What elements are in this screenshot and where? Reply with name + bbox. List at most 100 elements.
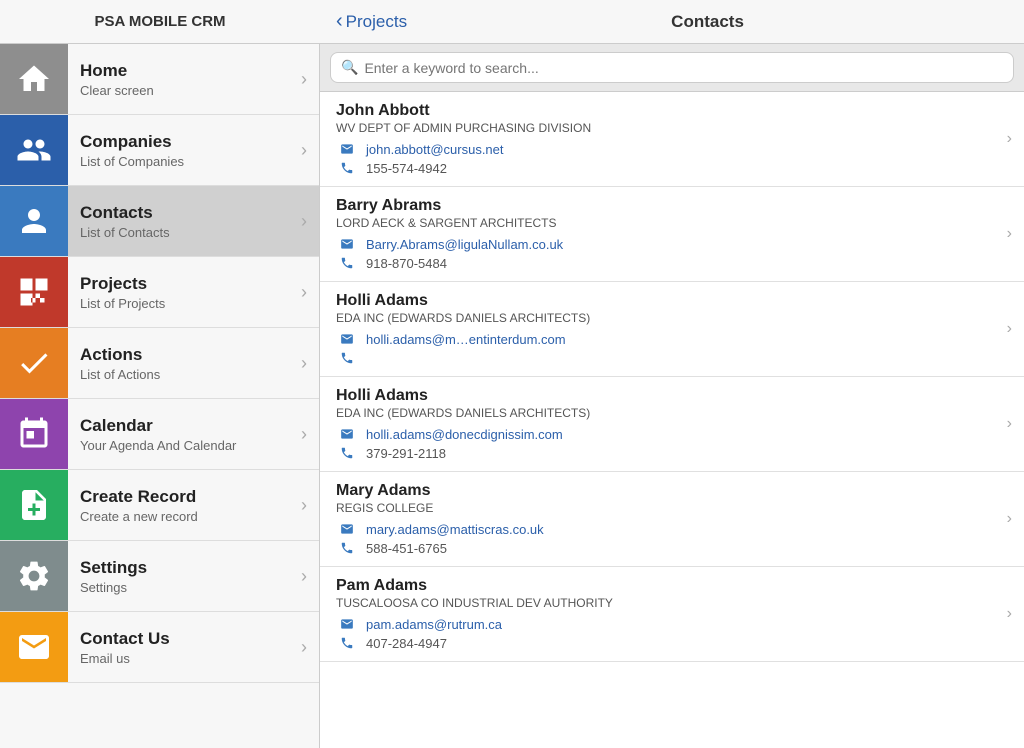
sidebar-item-projects[interactable]: Projects List of Projects ›: [0, 257, 319, 328]
sidebar-create-label: Create Record: [80, 487, 289, 507]
contact-list: John Abbott WV DEPT OF ADMIN PURCHASING …: [320, 92, 1024, 748]
contact-item[interactable]: Holli Adams EDA INC (EDWARDS DANIELS ARC…: [320, 282, 1024, 377]
sidebar-item-contacts[interactable]: Contacts List of Contacts ›: [0, 186, 319, 257]
projects-icon: [0, 257, 68, 327]
sidebar-item-home[interactable]: Home Clear screen ›: [0, 44, 319, 115]
contact-phone: 407-284-4947: [366, 636, 447, 651]
sidebar-item-contact-us[interactable]: Contact Us Email us ›: [0, 612, 319, 683]
contact-item[interactable]: Holli Adams EDA INC (EDWARDS DANIELS ARC…: [320, 377, 1024, 472]
actions-icon: [0, 328, 68, 398]
phone-icon: [336, 350, 358, 366]
contact-company: WV DEPT OF ADMIN PURCHASING DIVISION: [336, 121, 1008, 135]
contact-name: Barry Abrams: [336, 197, 1008, 215]
phone-icon: [336, 540, 358, 556]
chevron-right-icon: ›: [1007, 130, 1012, 148]
sidebar-calendar-label: Calendar: [80, 416, 289, 436]
contact-company: REGIS COLLEGE: [336, 501, 1008, 515]
contact-name: Pam Adams: [336, 577, 1008, 595]
sidebar-create-sublabel: Create a new record: [80, 509, 289, 524]
chevron-right-icon: ›: [301, 140, 307, 161]
sidebar: Home Clear screen › Companies List of Co…: [0, 44, 320, 748]
sidebar-home-sublabel: Clear screen: [80, 83, 289, 98]
calendar-icon: [0, 399, 68, 469]
sidebar-settings-sublabel: Settings: [80, 580, 289, 595]
contact-phone: 379-291-2118: [366, 446, 446, 461]
sidebar-contact-us-label: Contact Us: [80, 629, 289, 649]
contact-company: LORD AECK & SARGENT ARCHITECTS: [336, 216, 1008, 230]
contact-email[interactable]: john.abbott@cursus.net: [366, 142, 504, 157]
email-icon: [336, 236, 358, 252]
sidebar-actions-sublabel: List of Actions: [80, 367, 289, 382]
chevron-right-icon: ›: [301, 566, 307, 587]
back-button[interactable]: ‹ Projects: [336, 10, 407, 33]
contact-company: EDA INC (EDWARDS DANIELS ARCHITECTS): [336, 406, 1008, 420]
chevron-right-icon: ›: [301, 495, 307, 516]
contact-email[interactable]: mary.adams@mattiscras.co.uk: [366, 522, 544, 537]
contact-name: John Abbott: [336, 102, 1008, 120]
contact-email[interactable]: holli.adams@donecdignissim.com: [366, 427, 563, 442]
phone-icon: [336, 445, 358, 461]
sidebar-companies-sublabel: List of Companies: [80, 154, 289, 169]
email-icon: [336, 521, 358, 537]
contact-phone: 588-451-6765: [366, 541, 447, 556]
sidebar-item-actions[interactable]: Actions List of Actions ›: [0, 328, 319, 399]
contact-item[interactable]: Mary Adams REGIS COLLEGE mary.adams@matt…: [320, 472, 1024, 567]
sidebar-item-settings[interactable]: Settings Settings ›: [0, 541, 319, 612]
phone-icon: [336, 160, 358, 176]
email-icon: [336, 331, 358, 347]
chevron-right-icon: ›: [1007, 415, 1012, 433]
sidebar-projects-sublabel: List of Projects: [80, 296, 289, 311]
contacts-icon: [0, 186, 68, 256]
sidebar-settings-label: Settings: [80, 558, 289, 578]
home-icon: [0, 44, 68, 114]
contact-company: EDA INC (EDWARDS DANIELS ARCHITECTS): [336, 311, 1008, 325]
chevron-right-icon: ›: [1007, 605, 1012, 623]
contact-name: Mary Adams: [336, 482, 1008, 500]
search-icon: 🔍: [341, 59, 358, 76]
contact-email[interactable]: Barry.Abrams@ligulaNullam.co.uk: [366, 237, 563, 252]
sidebar-projects-label: Projects: [80, 274, 289, 294]
email-icon: [336, 616, 358, 632]
contact-company: TUSCALOOSA CO INDUSTRIAL DEV AUTHORITY: [336, 596, 1008, 610]
chevron-right-icon: ›: [1007, 225, 1012, 243]
chevron-right-icon: ›: [301, 69, 307, 90]
contact-name: Holli Adams: [336, 292, 1008, 310]
chevron-right-icon: ›: [301, 637, 307, 658]
contact-phone: 918-870-5484: [366, 256, 447, 271]
sidebar-companies-label: Companies: [80, 132, 289, 152]
contact-email[interactable]: holli.adams@m…entinterdum.com: [366, 332, 566, 347]
contact-item[interactable]: John Abbott WV DEPT OF ADMIN PURCHASING …: [320, 92, 1024, 187]
search-input[interactable]: [364, 60, 1003, 76]
companies-icon: [0, 115, 68, 185]
sidebar-item-calendar[interactable]: Calendar Your Agenda And Calendar ›: [0, 399, 319, 470]
sidebar-home-label: Home: [80, 61, 289, 81]
email-icon: [336, 426, 358, 442]
sidebar-calendar-sublabel: Your Agenda And Calendar: [80, 438, 289, 453]
contact-phone: 155-574-4942: [366, 161, 447, 176]
sidebar-contacts-label: Contacts: [80, 203, 289, 223]
sidebar-contact-us-sublabel: Email us: [80, 651, 289, 666]
contact-item[interactable]: Pam Adams TUSCALOOSA CO INDUSTRIAL DEV A…: [320, 567, 1024, 662]
sidebar-actions-label: Actions: [80, 345, 289, 365]
phone-icon: [336, 635, 358, 651]
search-bar: 🔍: [320, 44, 1024, 92]
contact-item[interactable]: Barry Abrams LORD AECK & SARGENT ARCHITE…: [320, 187, 1024, 282]
app-title: PSA MOBILE CRM: [0, 13, 320, 30]
chevron-right-icon: ›: [301, 211, 307, 232]
sidebar-item-companies[interactable]: Companies List of Companies ›: [0, 115, 319, 186]
contact-us-icon: [0, 612, 68, 682]
back-label: Projects: [346, 12, 407, 32]
contact-name: Holli Adams: [336, 387, 1008, 405]
sidebar-item-create-record[interactable]: Create Record Create a new record ›: [0, 470, 319, 541]
sidebar-contacts-sublabel: List of Contacts: [80, 225, 289, 240]
back-chevron-icon: ‹: [336, 10, 343, 33]
contact-email[interactable]: pam.adams@rutrum.ca: [366, 617, 502, 632]
phone-icon: [336, 255, 358, 271]
chevron-right-icon: ›: [1007, 510, 1012, 528]
chevron-right-icon: ›: [1007, 320, 1012, 338]
chevron-right-icon: ›: [301, 282, 307, 303]
email-icon: [336, 141, 358, 157]
settings-icon: [0, 541, 68, 611]
page-title: Contacts: [407, 12, 1008, 32]
create-record-icon: [0, 470, 68, 540]
